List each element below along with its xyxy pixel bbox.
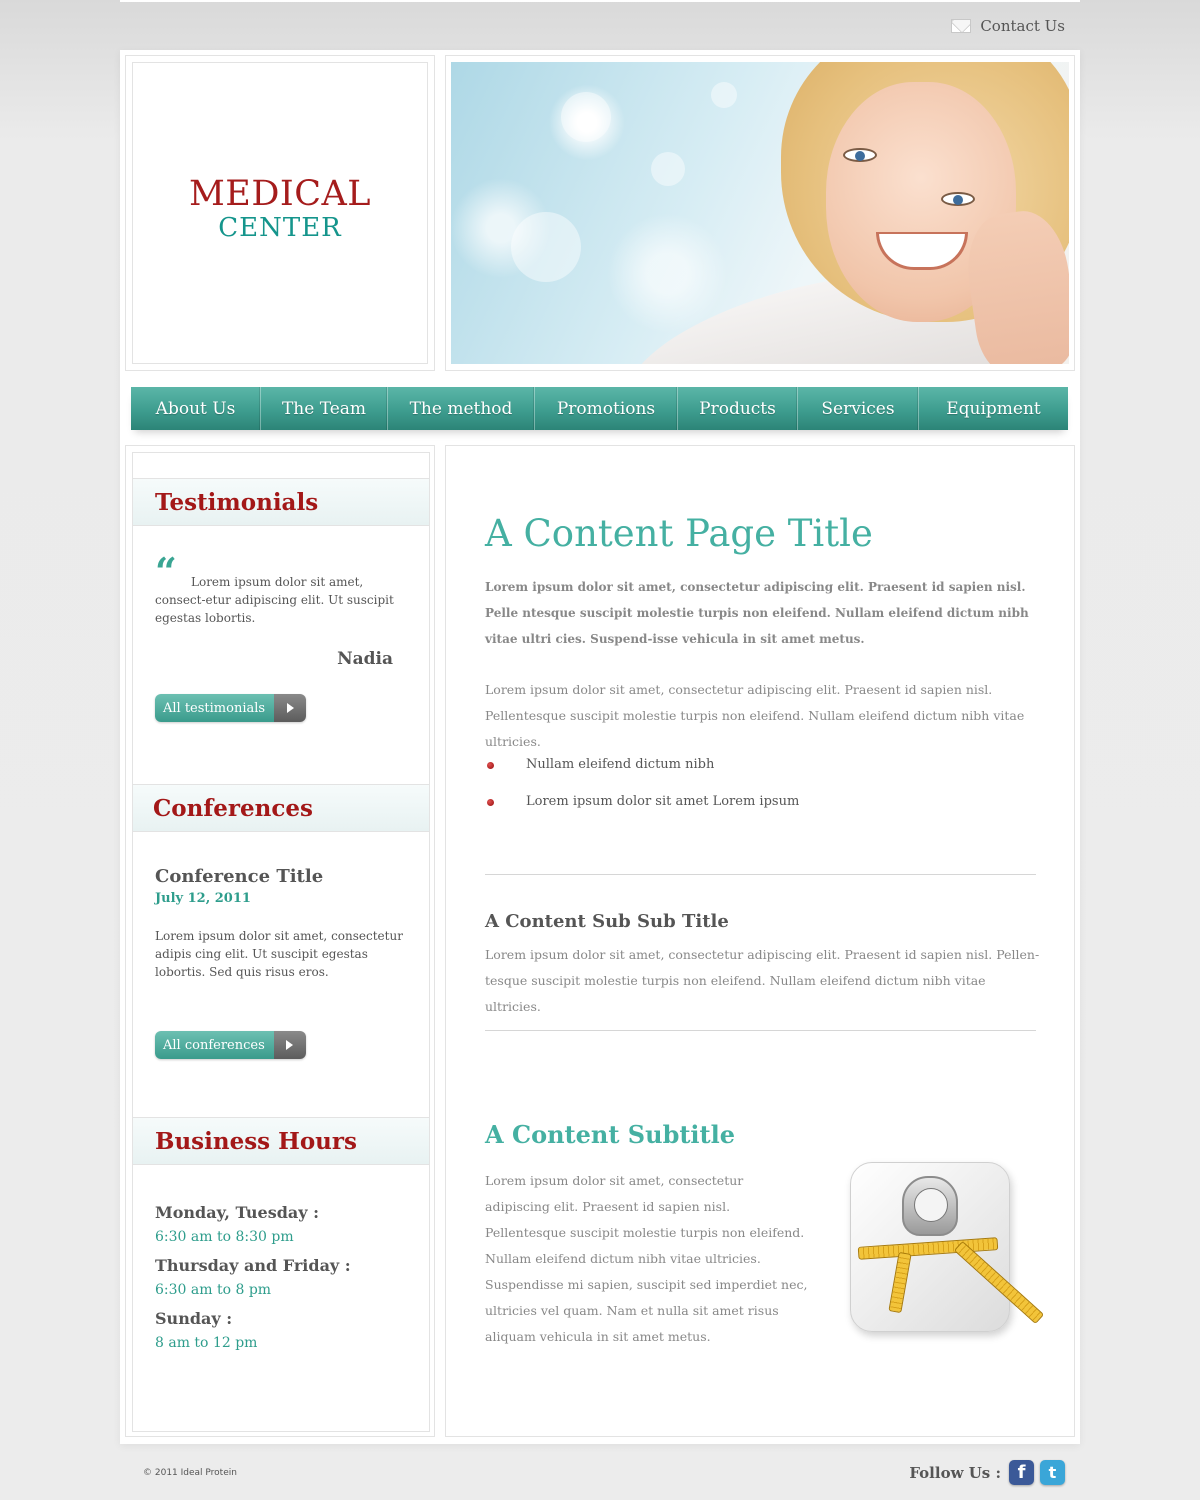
testimonial-author: Nadia	[337, 649, 393, 669]
logo-frame: MEDICAL CENTER	[125, 55, 435, 371]
hours-time: 6:30 am to 8 pm	[155, 1282, 272, 1298]
all-conferences-button[interactable]: All conferences	[155, 1031, 306, 1059]
hours-time: 8 am to 12 pm	[155, 1335, 258, 1351]
nav-item-the-team[interactable]: The Team	[261, 387, 388, 430]
twitter-icon[interactable]: t	[1040, 1460, 1065, 1485]
nav-item-the-method[interactable]: The method	[388, 387, 535, 430]
bullet-list: Nullam eleifend dictum nibh Lorem ipsum …	[485, 756, 799, 830]
logo[interactable]: MEDICAL CENTER	[132, 62, 428, 364]
conference-title[interactable]: Conference Title	[155, 866, 323, 887]
nav-item-promotions[interactable]: Promotions	[535, 387, 678, 430]
list-item-text: Nullam eleifend dictum nibh	[526, 757, 715, 772]
conferences-heading: Conferences	[153, 795, 313, 822]
nav-item-products[interactable]: Products	[678, 387, 798, 430]
main-content: A Content Page Title Lorem ipsum dolor s…	[445, 445, 1075, 1437]
nav-item-equipment[interactable]: Equipment	[919, 387, 1068, 430]
list-item: Lorem ipsum dolor sit amet Lorem ipsum	[485, 793, 799, 811]
hours-day: Monday, Tuesday :	[155, 1203, 320, 1222]
nav-item-about-us[interactable]: About Us	[131, 387, 261, 430]
contact-us-label: Contact Us	[980, 17, 1065, 35]
all-testimonials-label: All testimonials	[155, 694, 275, 722]
list-item-text: Lorem ipsum dolor sit amet Lorem ipsum	[526, 794, 800, 809]
logo-line-medical: MEDICAL	[188, 174, 372, 214]
bullet-icon	[487, 799, 494, 806]
business-hours-list: Monday, Tuesday : 6:30 am to 8:30 pm Thu…	[155, 1193, 351, 1352]
copyright: © 2011 Ideal Protein	[143, 1468, 237, 1478]
divider	[485, 1030, 1036, 1031]
page-sheet: MEDICAL CENTER About Us The Team The met…	[120, 50, 1080, 1444]
envelope-icon	[951, 19, 972, 33]
body-paragraph: Lorem ipsum dolor sit amet, consectetur …	[485, 682, 1025, 749]
all-testimonials-button[interactable]: All testimonials	[155, 694, 307, 722]
main-nav: About Us The Team The method Promotions …	[131, 387, 1068, 430]
business-hours-header: Business Hours	[133, 1117, 429, 1165]
nav-item-services[interactable]: Services	[798, 387, 919, 430]
hero-frame	[445, 55, 1075, 371]
hours-time: 6:30 am to 8:30 pm	[155, 1229, 294, 1245]
arrow-right-icon	[274, 694, 307, 722]
all-conferences-label: All conferences	[155, 1031, 274, 1059]
hours-day: Thursday and Friday :	[155, 1256, 351, 1275]
scale-image	[844, 1156, 1049, 1356]
facebook-icon[interactable]: f	[1009, 1460, 1034, 1485]
divider	[485, 874, 1036, 875]
logo-line-center: CENTER	[218, 213, 342, 243]
list-item: Nullam eleifend dictum nibh	[485, 756, 799, 774]
hero-image	[451, 62, 1069, 364]
hours-day: Sunday :	[155, 1309, 233, 1328]
sidebar: Testimonials “ Lorem ipsum dolor sit ame…	[125, 445, 435, 1437]
follow-us: Follow Us : f t	[909, 1460, 1065, 1485]
business-hours-heading: Business Hours	[155, 1128, 357, 1155]
contact-us-link[interactable]: Contact Us	[951, 17, 1065, 35]
content-subtitle: A Content Subtitle	[485, 1120, 736, 1149]
conference-date: July 12, 2011	[155, 891, 251, 906]
body-paragraph: Lorem ipsum dolor sit amet, consectetur …	[485, 1173, 808, 1344]
testimonials-heading: Testimonials	[155, 489, 319, 516]
bullet-icon	[487, 762, 494, 769]
conference-text: Lorem ipsum dolor sit amet, consectetur …	[155, 929, 403, 979]
body-paragraph: Lorem ipsum dolor sit amet, consectetur …	[485, 947, 1040, 1014]
top-line	[120, 0, 1080, 2]
page-title: A Content Page Title	[485, 512, 873, 555]
testimonials-header: Testimonials	[133, 478, 429, 526]
follow-us-label: Follow Us :	[909, 1463, 1001, 1482]
testimonial-text: Lorem ipsum dolor sit amet, consect-etur…	[155, 575, 394, 625]
sub-sub-title: A Content Sub Sub Title	[485, 911, 729, 932]
conferences-header: Conferences	[133, 784, 429, 832]
sidebar-inner: Testimonials “ Lorem ipsum dolor sit ame…	[132, 452, 430, 1432]
lead-paragraph: Lorem ipsum dolor sit amet, consectetur …	[485, 580, 1029, 646]
arrow-right-icon	[273, 1031, 306, 1059]
